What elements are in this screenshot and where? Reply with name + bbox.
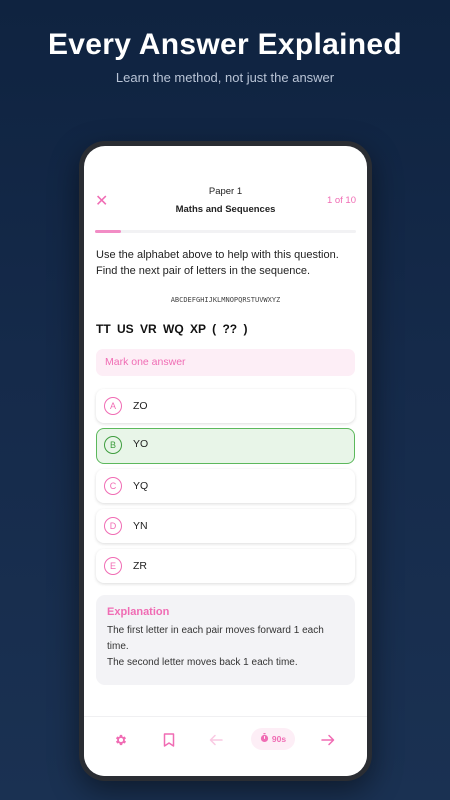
option-text: YQ bbox=[133, 480, 149, 492]
timer-badge[interactable]: 90s bbox=[251, 728, 295, 750]
alphabet-strip: ABCDEFGHIJKLMNOPQRSTUVWXYZ bbox=[170, 296, 281, 304]
arrow-left-icon[interactable] bbox=[208, 731, 224, 749]
arrow-right-icon[interactable] bbox=[320, 731, 336, 749]
option-text: YO bbox=[133, 438, 149, 450]
phone-frame: ✕ Paper 1 Maths and Sequences 1 of 10 Us… bbox=[79, 141, 372, 781]
quiz-header: ✕ Paper 1 Maths and Sequences 1 of 10 bbox=[84, 146, 367, 236]
option-text: ZR bbox=[133, 560, 147, 572]
letter-sequence: TT US VR WQ XP ( ?? ) bbox=[96, 322, 248, 336]
gear-icon[interactable] bbox=[113, 731, 129, 749]
topic-title: Maths and Sequences bbox=[175, 204, 276, 215]
option-d[interactable]: D YN bbox=[96, 509, 355, 543]
timer-text: 90s bbox=[271, 734, 287, 744]
bottom-bar: 90s bbox=[84, 716, 367, 776]
option-letter: D bbox=[104, 517, 122, 535]
progress-bar bbox=[95, 230, 356, 233]
option-a[interactable]: A ZO bbox=[96, 389, 355, 423]
progress-fill bbox=[95, 230, 122, 233]
app-screen: ✕ Paper 1 Maths and Sequences 1 of 10 Us… bbox=[84, 146, 367, 776]
stopwatch-icon bbox=[260, 733, 269, 745]
answer-prompt: Mark one answer bbox=[96, 349, 355, 376]
hero-subtitle: Learn the method, not just the answer bbox=[115, 70, 335, 85]
question-counter: 1 of 10 bbox=[326, 195, 356, 206]
hero-title: Every Answer Explained bbox=[48, 28, 402, 61]
option-letter: B bbox=[104, 436, 122, 454]
explanation-title: Explanation bbox=[107, 606, 170, 618]
option-letter: E bbox=[104, 557, 122, 575]
option-text: ZO bbox=[133, 400, 148, 412]
bookmark-icon[interactable] bbox=[161, 731, 177, 749]
paper-title: Paper 1 bbox=[208, 186, 243, 197]
explanation-card: Explanation The first letter in each pai… bbox=[96, 595, 355, 685]
option-e[interactable]: E ZR bbox=[96, 549, 355, 583]
option-letter: A bbox=[104, 397, 122, 415]
option-b[interactable]: B YO bbox=[96, 428, 355, 464]
option-c[interactable]: C YQ bbox=[96, 469, 355, 503]
option-letter: C bbox=[104, 477, 122, 495]
option-text: YN bbox=[133, 520, 148, 532]
explanation-body: The first letter in each pair moves forw… bbox=[107, 625, 324, 668]
question-text: Use the alphabet above to help with this… bbox=[96, 249, 339, 277]
